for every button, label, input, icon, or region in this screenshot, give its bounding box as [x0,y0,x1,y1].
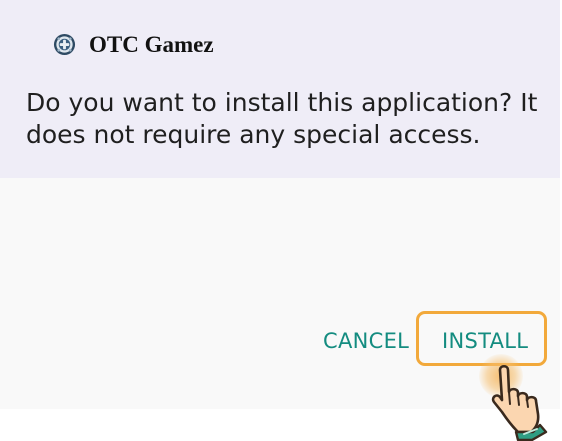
app-icon [53,33,76,56]
cancel-button[interactable]: CANCEL [323,326,409,356]
install-message-line-2: does not require any special access. [26,120,481,149]
app-name: OTC Gamez [89,32,214,57]
install-message-line-1: Do you want to install this application?… [26,88,538,117]
install-dialog: OTC Gamez Do you want to install this ap… [0,0,560,409]
dialog-body [0,178,560,409]
pointing-hand-icon [491,364,548,441]
install-button[interactable]: INSTALL [442,326,528,356]
dialog-header: OTC Gamez Do you want to install this ap… [0,0,560,178]
install-message: Do you want to install this application?… [26,87,560,151]
